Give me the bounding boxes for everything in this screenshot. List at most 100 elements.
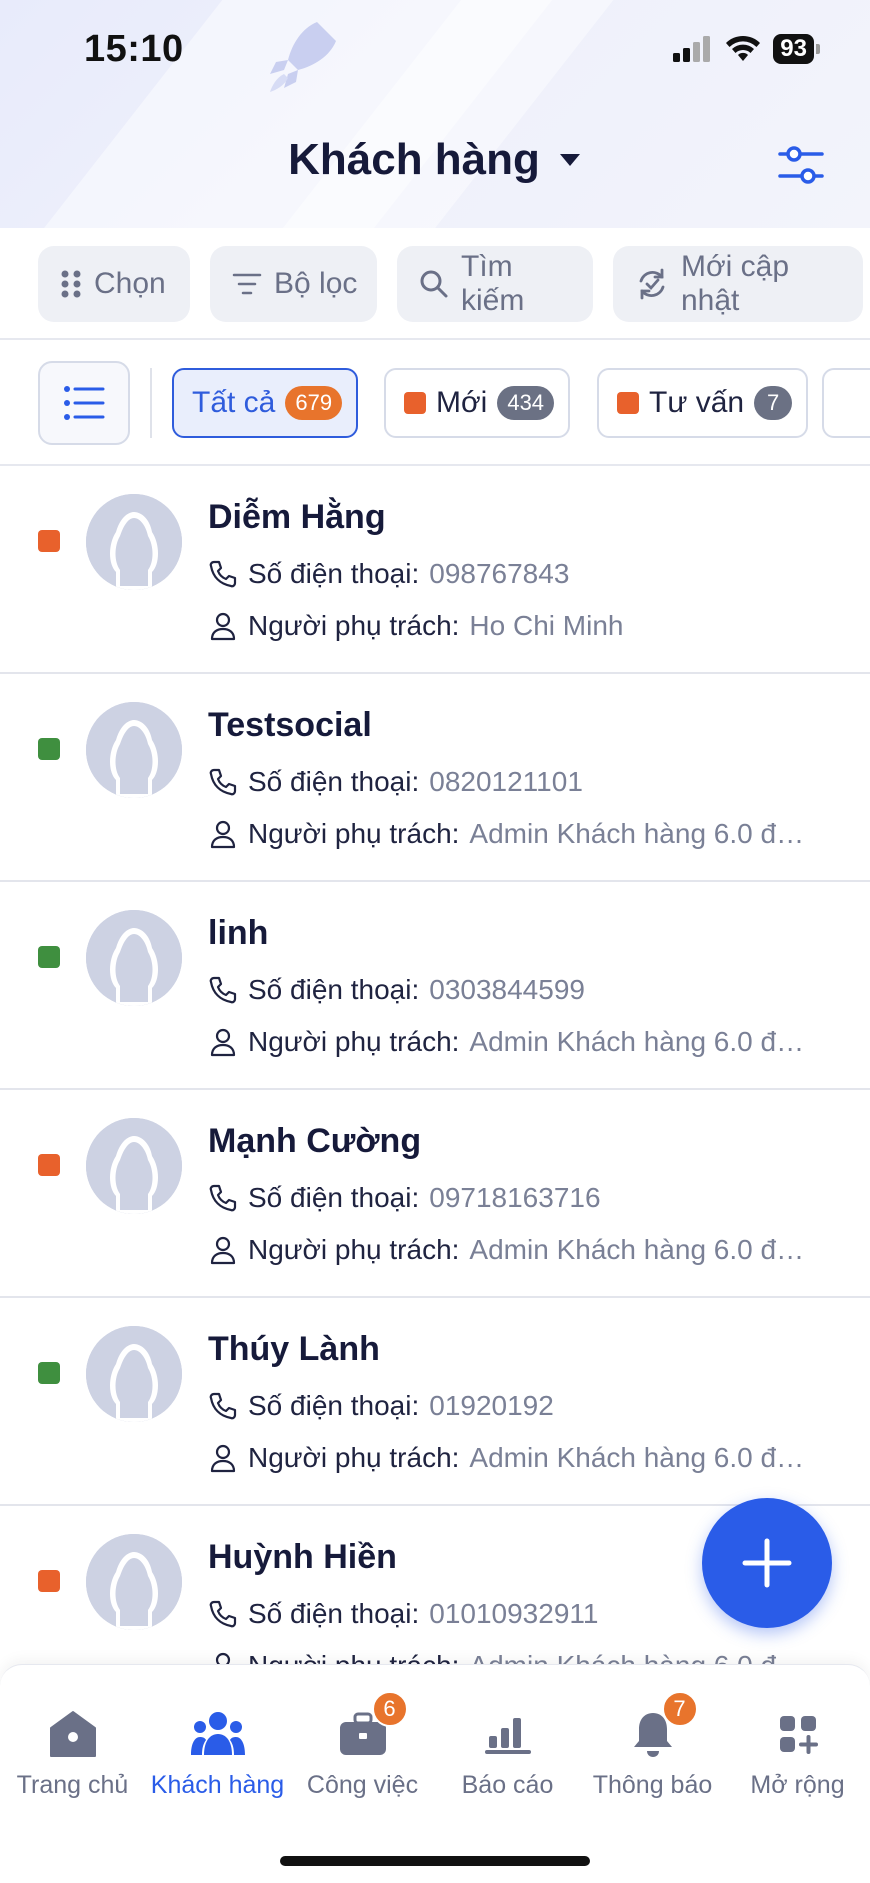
- page-title[interactable]: Khách hàng: [288, 135, 540, 185]
- header: 15:10 93 Khách hàng: [0, 0, 870, 228]
- avatar: [86, 1326, 182, 1422]
- owner-label: Người phụ trách:: [248, 818, 460, 849]
- phone-value[interactable]: 09718163716: [429, 1182, 600, 1214]
- default-avatar-icon: [86, 1326, 182, 1422]
- person-icon: [215, 1652, 231, 1664]
- phone-label: Số điện thoại:: [248, 766, 420, 797]
- customer-row[interactable]: linh Số điện thoại: 0303844599 Người phụ…: [0, 882, 870, 1090]
- nav-label: Khách hàng: [150, 1771, 285, 1799]
- phone-line: Số điện thoại: 0820121101: [208, 766, 583, 798]
- owner-value: Admin Khách hàng 6.0 để…: [469, 1650, 819, 1664]
- owner-value: Admin Khách hàng 6.0 để…: [469, 1026, 820, 1057]
- chip-all[interactable]: Tất cả 679: [172, 368, 359, 438]
- drag-dots-icon: [61, 270, 81, 298]
- owner-line: Người phụ trách: Ho Chi Minh: [208, 610, 623, 642]
- avatar: [86, 910, 182, 1006]
- default-avatar-icon: [86, 702, 182, 798]
- chevron-down-icon[interactable]: [558, 152, 582, 168]
- customers-icon: [190, 1712, 245, 1755]
- status-icons: 93: [673, 34, 820, 64]
- chip-next-partial[interactable]: [822, 368, 870, 438]
- home-indicator: [280, 1856, 590, 1866]
- select-button[interactable]: Chọn: [38, 246, 190, 322]
- customer-name: Huỳnh Hiền: [208, 1538, 397, 1576]
- status-dot: [38, 1154, 60, 1176]
- refresh-icon: [639, 268, 665, 300]
- nav-label: Công việc: [306, 1771, 419, 1799]
- phone-icon: [209, 560, 237, 588]
- chart-icon: [484, 1718, 531, 1754]
- person-icon: [210, 1444, 236, 1473]
- status-dot: [38, 946, 60, 968]
- phone-value[interactable]: 0303844599: [429, 974, 585, 1006]
- avatar: [86, 702, 182, 798]
- phone-value[interactable]: 098767843: [429, 558, 569, 590]
- chip-new[interactable]: Mới 434: [384, 368, 571, 438]
- list-icon: [64, 386, 105, 420]
- battery-indicator: 93: [773, 34, 820, 64]
- phone-line: Số điện thoại: 0303844599: [208, 974, 585, 1006]
- nav-notifications[interactable]: 7 Thông báo: [580, 1691, 725, 1800]
- owner-line: Người phụ trách: Admin Khách hàng 6.0 để…: [208, 1026, 819, 1058]
- nav-customers[interactable]: Khách hàng: [145, 1707, 290, 1800]
- chip-label: Tất cả: [192, 386, 276, 419]
- default-avatar-icon: [86, 1534, 182, 1630]
- add-customer-button[interactable]: [702, 1498, 832, 1628]
- person-icon: [210, 612, 236, 641]
- customer-row[interactable]: Thúy Lành Số điện thoại: 01920192 Người …: [0, 1298, 870, 1506]
- phone-label: Số điện thoại:: [248, 558, 420, 589]
- phone-label: Số điện thoại:: [248, 974, 420, 1005]
- phone-value[interactable]: 01010932911: [429, 1598, 598, 1630]
- chip-divider: [150, 368, 152, 438]
- filter-label: Bộ lọc: [274, 267, 358, 300]
- signal-icon: [673, 36, 711, 62]
- plus-icon: [742, 1538, 792, 1588]
- list-view-toggle[interactable]: [38, 361, 130, 445]
- nav-label: Báo cáo: [461, 1771, 554, 1799]
- owner-value: Admin Khách hàng 6.0 để…: [469, 1442, 820, 1473]
- status-time: 15:10: [84, 28, 184, 70]
- customer-name: Thúy Lành: [208, 1330, 380, 1368]
- phone-line: Số điện thoại: 098767843: [208, 558, 569, 590]
- chip-consulting[interactable]: Tư vấn 7: [597, 368, 809, 438]
- nav-tasks[interactable]: 6 Công việc: [290, 1691, 435, 1800]
- nav-home[interactable]: Trang chủ: [0, 1707, 145, 1800]
- phone-value[interactable]: 01920192: [429, 1390, 554, 1422]
- wifi-icon: [726, 35, 761, 61]
- owner-label: Người phụ trách:: [248, 1442, 460, 1473]
- customer-name: Testsocial: [208, 706, 372, 744]
- customer-row[interactable]: Diễm Hằng Số điện thoại: 098767843 Người…: [0, 466, 870, 674]
- phone-line: Số điện thoại: 09718163716: [208, 1182, 601, 1214]
- status-dot: [38, 1570, 60, 1592]
- rocket-illustration-icon: [270, 22, 336, 92]
- chip-label: Mới: [436, 386, 488, 419]
- phone-label: Số điện thoại:: [248, 1390, 420, 1421]
- owner-label: Người phụ trách:: [248, 610, 460, 641]
- customer-name: linh: [208, 914, 269, 952]
- tasks-badge: 6: [371, 1691, 408, 1727]
- phone-label: Số điện thoại:: [248, 1598, 420, 1629]
- chip-count: 679: [285, 386, 343, 420]
- filter-button[interactable]: Bộ lọc: [210, 246, 377, 322]
- owner-value: Admin Khách hàng 6.0 để…: [469, 818, 820, 849]
- recent-update-button[interactable]: Mới cập nhật: [613, 246, 863, 322]
- customer-name: Diễm Hằng: [208, 498, 386, 536]
- grid-plus-icon: [779, 1716, 818, 1754]
- phone-value[interactable]: 0820121101: [429, 766, 583, 798]
- default-avatar-icon: [86, 1118, 182, 1214]
- nav-label: Mở rộng: [750, 1771, 845, 1799]
- filter-icon: [232, 273, 262, 295]
- customer-row[interactable]: Testsocial Số điện thoại: 0820121101 Ngư…: [0, 674, 870, 882]
- owner-label: Người phụ trách:: [248, 1234, 460, 1265]
- phone-icon: [209, 976, 237, 1004]
- phone-icon: [209, 1184, 237, 1212]
- status-color-swatch: [404, 392, 426, 414]
- avatar: [86, 1534, 182, 1630]
- avatar: [86, 1118, 182, 1214]
- nav-extensions[interactable]: Mở rộng: [725, 1707, 870, 1800]
- settings-sliders-icon[interactable]: [776, 140, 826, 190]
- nav-reports[interactable]: Báo cáo: [435, 1707, 580, 1800]
- phone-line: Số điện thoại: 01920192: [208, 1390, 554, 1422]
- search-button[interactable]: Tìm kiếm: [397, 246, 593, 322]
- customer-row[interactable]: Mạnh Cường Số điện thoại: 09718163716 Ng…: [0, 1090, 870, 1298]
